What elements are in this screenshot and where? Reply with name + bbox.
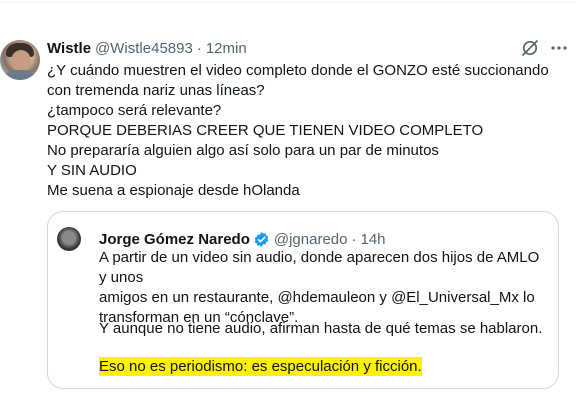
tweet-line: PORQUE DEBERIAS CREER QUE TIENEN VIDEO C… — [47, 122, 484, 139]
quoted-tweet-timestamp[interactable]: 14h — [360, 231, 385, 248]
tweet-line: Me suena a espionaje desde hOlanda — [47, 182, 300, 199]
tweet-body: ¿Y cuándo muestren el video completo don… — [47, 61, 567, 201]
tweet-line: Y SIN AUDIO — [47, 162, 137, 179]
quoted-line: A partir de un video sin audio, donde ap… — [99, 249, 540, 286]
quoted-line: amigos en un restaurante, @hdemauleon y … — [99, 289, 535, 306]
tweet-timestamp[interactable]: 12min — [206, 40, 247, 57]
author-name[interactable]: Wistle — [47, 40, 91, 57]
more-options-icon[interactable] — [549, 38, 569, 58]
tweet-line: ¿Y cuándo muestren el video completo don… — [47, 62, 549, 79]
tweet-line: con tremenda nariz unas líneas? — [47, 82, 265, 99]
quoted-paragraph-2: Y aunque no tiene audio, afirman hasta d… — [99, 320, 543, 337]
tweet-header: Wistle @Wistle45893 · 12min — [47, 38, 247, 58]
author-handle[interactable]: @Wistle45893 — [95, 40, 193, 57]
author-avatar[interactable] — [0, 40, 40, 80]
tweet-line: No prepararía alguien algo así solo para… — [47, 142, 439, 159]
verified-badge-icon — [254, 231, 269, 247]
quoted-tweet-header: Jorge Gómez Naredo @jgnaredo · 14h — [99, 229, 386, 249]
tweet-line: ¿tampoco será relevante? — [47, 102, 222, 119]
quoted-author-name[interactable]: Jorge Gómez Naredo — [99, 231, 250, 248]
quoted-author-handle[interactable]: @jgnaredo — [274, 231, 348, 248]
quoted-paragraph-1: A partir de un video sin audio, donde ap… — [99, 248, 549, 328]
top-divider — [0, 2, 576, 3]
quoted-tweet-card[interactable]: Jorge Gómez Naredo @jgnaredo · 14h A par… — [47, 211, 559, 389]
highlighted-text: Eso no es periodismo: es especulación y … — [99, 357, 422, 376]
quoted-header-separator: · — [351, 230, 357, 248]
header-separator: · — [196, 39, 202, 57]
grok-icon[interactable] — [520, 38, 540, 58]
quoted-author-avatar[interactable] — [57, 227, 81, 251]
quoted-paragraph-3: Eso no es periodismo: es especulación y … — [99, 357, 422, 377]
